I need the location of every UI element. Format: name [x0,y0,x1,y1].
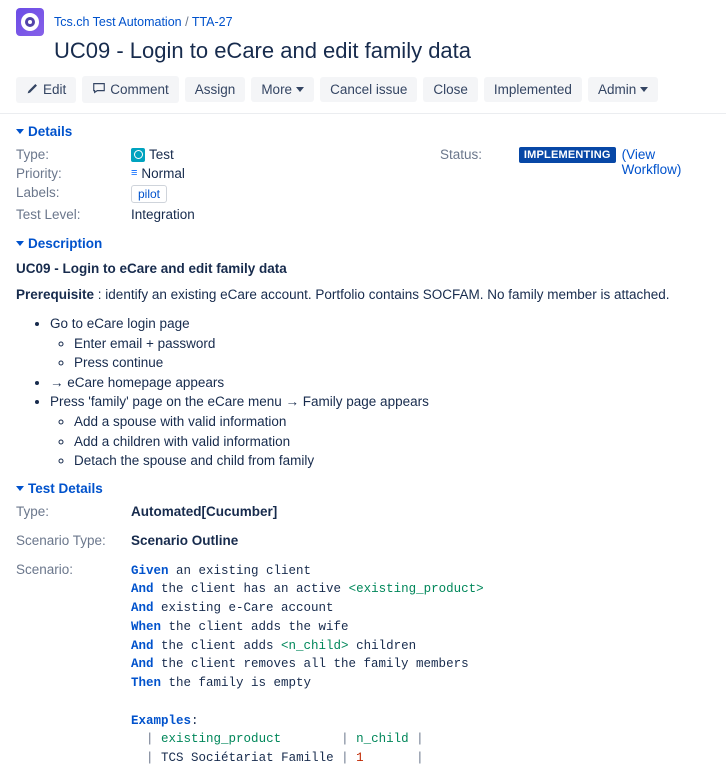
breadcrumb: Tcs.ch Test Automation / TTA-27 [54,15,233,29]
priority-value: ≡ Normal [131,166,185,181]
list-item: Detach the spouse and child from family [74,451,710,471]
status-label: Status: [440,147,513,162]
chevron-down-icon [16,241,24,246]
list-item: Add a spouse with valid information [74,412,710,432]
type-value: Test [131,147,174,162]
comment-icon [92,81,106,98]
breadcrumb-issue-link[interactable]: TTA-27 [192,15,233,29]
list-item: Enter email + password [74,334,710,354]
label-tag[interactable]: pilot [131,185,167,203]
chevron-down-icon [296,87,304,92]
issue-title: UC09 - Login to eCare and edit family da… [54,38,710,64]
breadcrumb-separator: / [185,15,188,29]
list-item: Add a children with valid information [74,432,710,452]
gherkin-scenario: Given an existing client And the client … [131,562,484,768]
list-item: → eCare homepage appears [50,373,710,393]
td-type-value: Automated[Cucumber] [131,504,277,519]
td-type-label: Type: [16,504,131,519]
project-avatar [16,8,44,36]
more-button[interactable]: More [251,77,314,102]
description-heading: UC09 - Login to eCare and edit family da… [16,259,710,279]
pencil-icon [26,82,39,98]
prerequisite-label: Prerequisite [16,287,94,302]
edit-button[interactable]: Edit [16,77,76,103]
td-scenariotype-label: Scenario Type: [16,533,131,548]
test-type-icon [131,148,145,162]
chevron-down-icon [16,129,24,134]
description-body: UC09 - Login to eCare and edit family da… [16,259,710,471]
cancel-issue-button[interactable]: Cancel issue [320,77,417,102]
td-scenariotype-value: Scenario Outline [131,533,238,548]
testdetails-module-toggle[interactable]: Test Details [16,481,710,496]
description-module-toggle[interactable]: Description [16,236,710,251]
td-scenario-label: Scenario: [16,562,131,577]
details-module-toggle[interactable]: Details [16,124,710,139]
priority-icon: ≡ [131,170,137,177]
chevron-down-icon [16,486,24,491]
type-label: Type: [16,147,131,162]
implemented-button[interactable]: Implemented [484,77,582,102]
list-item: Press continue [74,353,710,373]
assign-button[interactable]: Assign [185,77,246,102]
status-badge: IMPLEMENTING [519,147,616,163]
list-item: Press 'family' page on the eCare menu → … [50,392,710,470]
labels-label: Labels: [16,185,131,200]
chevron-down-icon [640,87,648,92]
admin-button[interactable]: Admin [588,77,658,102]
list-item: Go to eCare login page Enter email + pas… [50,314,710,373]
testlevel-label: Test Level: [16,207,131,222]
testlevel-value: Integration [131,207,195,222]
comment-button[interactable]: Comment [82,76,179,103]
close-button[interactable]: Close [423,77,478,102]
toolbar: Edit Comment Assign More Cancel issue Cl… [0,64,726,113]
breadcrumb-project-link[interactable]: Tcs.ch Test Automation [54,15,182,29]
priority-label: Priority: [16,166,131,181]
view-workflow-link[interactable]: (View Workflow) [622,147,710,177]
